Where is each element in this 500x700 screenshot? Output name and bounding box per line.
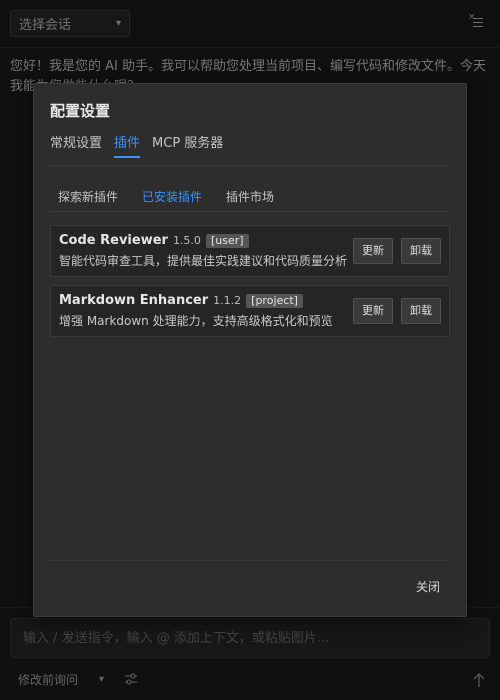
plugin-header: Markdown Enhancer 1.1.2 [project]: [59, 293, 303, 308]
sub-tab-discover[interactable]: 探索新插件: [58, 188, 118, 211]
plugin-scope-badge: [user]: [205, 234, 249, 248]
update-button[interactable]: 更新: [353, 238, 393, 264]
plugin-name: Markdown Enhancer: [59, 293, 209, 308]
sub-tab-marketplace[interactable]: 插件市场: [226, 188, 274, 211]
main-tabs: 常规设置 插件 MCP 服务器: [50, 134, 450, 166]
plugin-description: 增强 Markdown 处理能力，支持高级格式化和预览: [59, 314, 333, 328]
plugin-description: 智能代码审查工具，提供最佳实践建议和代码质量分析: [59, 254, 348, 268]
update-button[interactable]: 更新: [353, 298, 393, 324]
dialog-title: 配置设置: [50, 102, 111, 120]
tab-mcp-servers[interactable]: MCP 服务器: [152, 134, 223, 158]
plugin-card: Code Reviewer 1.5.0 [user] 智能代码审查工具，提供最佳…: [50, 225, 450, 277]
plugin-sub-tabs: 探索新插件 已安装插件 插件市场: [50, 188, 450, 212]
dialog-footer-divider: [50, 560, 450, 561]
plugin-card: Markdown Enhancer 1.1.2 [project] 增强 Mar…: [50, 285, 450, 337]
settings-dialog: 配置设置 常规设置 插件 MCP 服务器 探索新插件 已安装插件 插件市场 Co…: [33, 83, 467, 617]
close-button[interactable]: 关闭: [416, 578, 440, 595]
uninstall-button[interactable]: 卸载: [401, 298, 441, 324]
plugin-header: Code Reviewer 1.5.0 [user]: [59, 233, 249, 248]
plugin-name: Code Reviewer: [59, 233, 168, 248]
plugin-scope-badge: [project]: [246, 294, 303, 308]
installed-plugin-list: Code Reviewer 1.5.0 [user] 智能代码审查工具，提供最佳…: [50, 225, 450, 345]
plugin-version: 1.1.2: [213, 294, 242, 307]
uninstall-button[interactable]: 卸载: [401, 238, 441, 264]
plugin-version: 1.5.0: [172, 234, 201, 247]
tab-general[interactable]: 常规设置: [50, 134, 102, 158]
tab-plugins[interactable]: 插件: [114, 134, 141, 158]
sub-tab-installed[interactable]: 已安装插件: [142, 188, 202, 211]
